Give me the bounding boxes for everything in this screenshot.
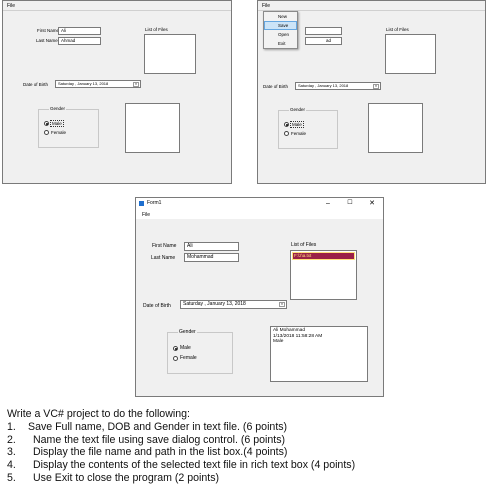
calendar-dropdown-icon[interactable]: ▾ <box>279 302 285 307</box>
last-name-input[interactable]: ad <box>305 37 342 45</box>
last-name-label: Last Name <box>36 38 58 43</box>
maximize-button[interactable]: ☐ <box>339 198 361 209</box>
item-text: Use Exit to close the program (2 points) <box>33 471 220 484</box>
item-number: 4. <box>7 459 16 472</box>
male-radio-dot <box>44 121 49 126</box>
item-text: Display the contents of the selected tex… <box>33 459 356 472</box>
details-rich-textbox[interactable] <box>368 103 423 153</box>
calendar-dropdown-icon[interactable]: ▾ <box>133 82 139 87</box>
date-of-birth-picker[interactable]: Saturday , January 13, 2018 ▾ <box>55 80 141 88</box>
female-radio-label: Female <box>291 131 307 136</box>
list-of-files-label: List of Files <box>291 242 317 248</box>
list-of-files-label: List of Files <box>386 27 409 32</box>
first-name-input[interactable]: Ali <box>184 242 239 251</box>
list-of-files-label: List of Files <box>145 27 168 32</box>
window-title: Form1 <box>147 200 162 206</box>
menu-item-exit[interactable]: Exit <box>264 39 297 48</box>
rich-text-line: Male <box>273 339 284 344</box>
date-of-birth-value: Saturday , January 13, 2018 <box>298 83 349 88</box>
item-number: 3. <box>7 446 16 459</box>
list-of-files-listbox[interactable]: F:\z\a.txt <box>290 250 357 300</box>
list-item: 4. Display the contents of the selected … <box>7 459 485 472</box>
male-radio[interactable]: Male <box>44 120 64 127</box>
item-text: Save Full name, DOB and Gender in text f… <box>28 420 288 433</box>
last-name-partial-text: ad <box>326 38 332 43</box>
item-number: 1. <box>7 420 16 433</box>
last-name-label: Last Name <box>151 255 176 261</box>
calendar-dropdown-icon[interactable]: ▾ <box>373 84 379 89</box>
date-of-birth-value: Saturday , January 13, 2018 <box>183 301 246 307</box>
list-item: 2. Name the text file using save dialog … <box>7 434 485 447</box>
item-text: Name the text file using save dialog con… <box>33 433 286 446</box>
date-of-birth-value: Saturday , January 13, 2018 <box>58 81 109 86</box>
female-radio[interactable]: Female <box>284 131 306 136</box>
menu-separator <box>3 10 231 11</box>
gender-label: Gender <box>178 329 197 335</box>
female-radio-dot <box>284 131 289 136</box>
close-button[interactable]: ✕ <box>361 198 383 209</box>
menu-file[interactable]: File <box>7 3 15 9</box>
form-app-icon <box>139 201 144 206</box>
male-radio-label: Male <box>180 345 191 351</box>
gender-groupbox: Gender Male Female <box>278 107 338 149</box>
gender-groupbox: Gender Male Female <box>38 106 99 148</box>
assignment-text: Write a VC# project to do the following:… <box>7 408 485 485</box>
first-name-label: First Name <box>152 243 177 249</box>
list-item: 1. Save Full name, DOB and Gender in tex… <box>7 421 485 434</box>
female-radio-label: Female <box>180 355 197 361</box>
minimize-button[interactable]: – <box>317 198 339 209</box>
list-item-selected[interactable]: F:\z\a.txt <box>292 252 355 260</box>
item-text: Display the file name and path in the li… <box>33 446 288 459</box>
date-of-birth-label: Date of Birth <box>143 303 171 309</box>
female-radio-dot <box>173 355 178 361</box>
menu-file[interactable]: File <box>142 212 150 218</box>
list-item: 5. Use Exit to close the program (2 poin… <box>7 472 485 485</box>
first-name-label: First Name <box>37 28 60 33</box>
menu-bar: File <box>258 1 485 10</box>
date-of-birth-label: Date of Birth <box>23 82 49 87</box>
file-menu-dropdown: New Save Open Exit <box>263 11 298 49</box>
menu-item-save[interactable]: Save <box>264 21 297 30</box>
assignment-intro: Write a VC# project to do the following: <box>7 408 190 420</box>
form1-window: Form1 – ☐ ✕ File First Name Ali Last Nam… <box>135 197 384 397</box>
form-right-window: File ad List of Files Date of Birth Satu… <box>257 0 486 184</box>
gender-groupbox: Gender Male Female <box>167 329 233 374</box>
date-of-birth-label: Date of Birth <box>263 84 289 89</box>
first-name-input[interactable] <box>305 27 342 35</box>
list-item: 3. Display the file name and path in the… <box>7 446 485 459</box>
male-radio-label: Male <box>50 120 64 127</box>
gender-label: Gender <box>49 106 67 111</box>
list-of-files-listbox[interactable] <box>144 34 196 74</box>
menu-item-new[interactable]: New <box>264 12 297 21</box>
gender-label: Gender <box>289 107 307 112</box>
details-rich-textbox[interactable] <box>125 103 180 153</box>
female-radio-dot <box>44 130 49 135</box>
female-radio[interactable]: Female <box>173 355 197 361</box>
female-radio-label: Female <box>51 130 67 135</box>
female-radio[interactable]: Female <box>44 130 66 135</box>
menu-bar: File <box>136 209 383 219</box>
menu-item-open[interactable]: Open <box>264 30 297 39</box>
male-radio[interactable]: Male <box>173 345 191 351</box>
title-bar: Form1 – ☐ ✕ <box>136 198 383 209</box>
item-number: 5. <box>7 471 16 484</box>
male-radio-dot <box>173 345 178 351</box>
male-radio[interactable]: Male <box>284 121 304 128</box>
last-name-input[interactable]: Ahmad <box>58 37 101 45</box>
details-rich-textbox[interactable]: Ali Mohammad 1/13/2018 11:58:28 AM Male <box>270 326 368 382</box>
item-number: 2. <box>7 433 16 446</box>
form-left-window: File First Name Ali Last Name Ahmad List… <box>2 0 232 184</box>
last-name-input[interactable]: Mohammad <box>184 253 239 262</box>
male-radio-dot <box>284 122 289 127</box>
date-of-birth-picker[interactable]: Saturday , January 13, 2018 ▾ <box>295 82 381 90</box>
list-of-files-listbox[interactable] <box>385 34 436 74</box>
menu-file[interactable]: File <box>262 3 270 9</box>
menu-bar: File <box>3 1 231 10</box>
first-name-input[interactable]: Ali <box>58 27 101 35</box>
male-radio-label: Male <box>290 121 304 128</box>
date-of-birth-picker[interactable]: Saturday , January 13, 2018 ▾ <box>180 300 287 309</box>
